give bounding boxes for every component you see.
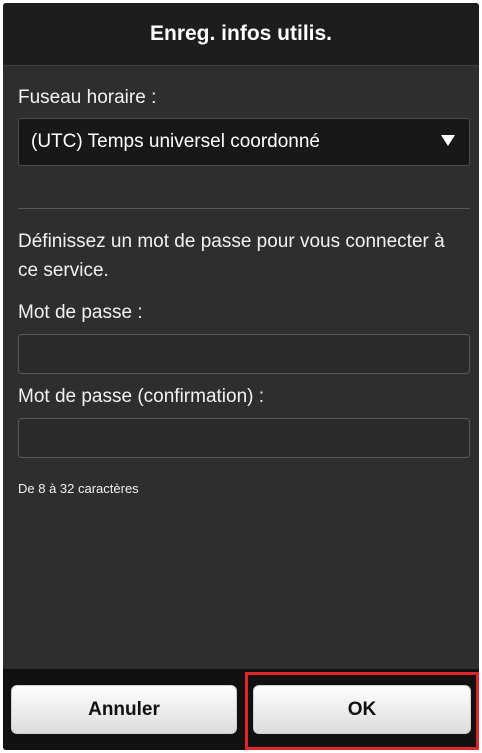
password-confirm-field[interactable] [18, 418, 470, 458]
cancel-button[interactable]: Annuler [11, 685, 237, 734]
timezone-selected-value: (UTC) Temps universel coordonné [31, 131, 320, 152]
timezone-select[interactable]: (UTC) Temps universel coordonné [18, 118, 470, 166]
password-label: Mot de passe : [18, 302, 143, 323]
password-intro-text: Définissez un mot de passe pour vous con… [18, 231, 445, 281]
title-bar: Enreg. infos utilis. [3, 3, 479, 66]
password-length-hint: De 8 à 32 caractères [18, 481, 139, 496]
triangle-down-icon [441, 135, 455, 146]
page-title: Enreg. infos utilis. [149, 22, 333, 45]
timezone-label: Fuseau horaire : [18, 87, 157, 108]
password-confirm-label: Mot de passe (confirmation) : [18, 386, 265, 407]
dialog-frame: Enreg. infos utilis. Fuseau horaire : (U… [3, 3, 479, 750]
footer-bar: Annuler OK [3, 669, 479, 750]
divider [18, 208, 470, 209]
password-field[interactable] [18, 334, 470, 374]
ok-button[interactable]: OK [253, 685, 471, 734]
